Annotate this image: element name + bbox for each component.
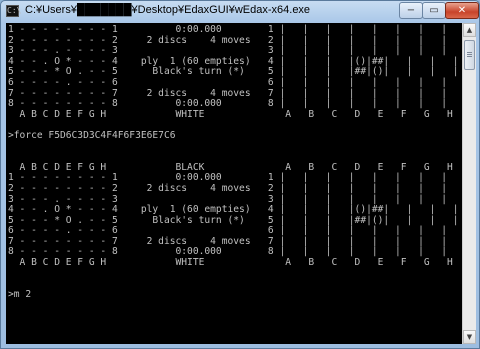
console-window: C:\ C:¥Users¥███████¥Desktop¥EdaxGUI¥wEd…: [0, 0, 480, 349]
console-output[interactable]: 1 - - - - - - - - 1 0:00.000 1 | | | | |…: [6, 23, 462, 344]
title-bar[interactable]: C:\ C:¥Users¥███████¥Desktop¥EdaxGUI¥wEd…: [1, 1, 479, 22]
vertical-scrollbar[interactable]: ▲ ▼: [462, 23, 476, 344]
scroll-up-arrow-icon[interactable]: ▲: [463, 23, 476, 37]
close-button[interactable]: ✕: [445, 2, 479, 19]
scroll-down-arrow-icon[interactable]: ▼: [463, 330, 476, 344]
console-line: 2 - - - - - - - - 2 2 discs 4 moves 2 | …: [8, 182, 462, 194]
console-line: A B C D E F G H WHITE A B C D E F G H: [8, 257, 453, 269]
console-app-icon[interactable]: C:\: [6, 5, 21, 17]
console-lines: 1 - - - - - - - - 1 0:00.000 1 | | | | |…: [8, 24, 462, 301]
maximize-button[interactable]: ▭: [422, 2, 446, 19]
console-line: >force F5D6C3D3C4F4F6F3E6E7C6: [8, 129, 176, 141]
console-line: A B C D E F G H WHITE A B C D E F G H: [8, 108, 453, 120]
scroll-thumb[interactable]: [464, 40, 475, 70]
minimize-button[interactable]: −: [399, 2, 423, 19]
grip-icon: [467, 52, 472, 53]
console-prompt-line[interactable]: >m 2: [8, 289, 462, 301]
console-line: 6 - - - - . - - - 6 6 | | | | | | | | | …: [8, 76, 462, 88]
console-line: 1 - - - - - - - - 1 0:00.000 1 | | | | |…: [8, 24, 462, 35]
window-title: C:¥Users¥███████¥Desktop¥EdaxGUI¥wEdax-x…: [25, 4, 311, 16]
